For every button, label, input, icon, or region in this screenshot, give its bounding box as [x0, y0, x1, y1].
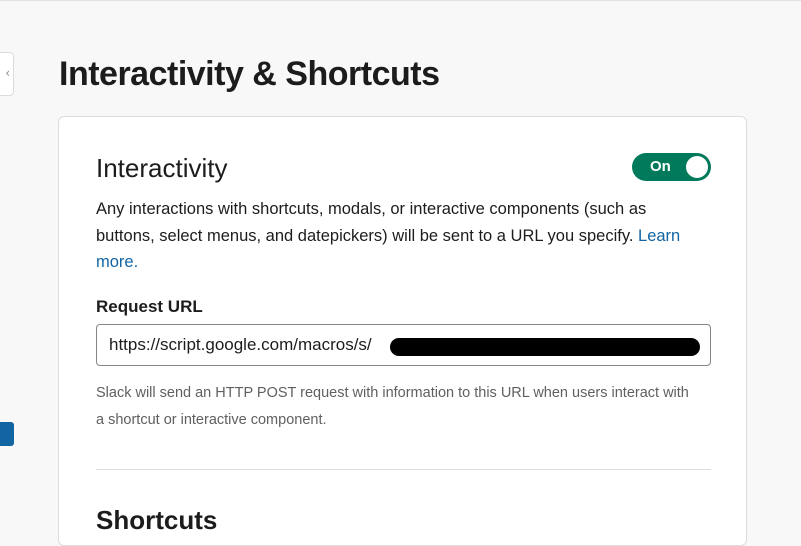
- section-title-shortcuts: Shortcuts: [96, 505, 218, 535]
- sidebar-action-button[interactable]: [0, 422, 14, 446]
- request-url-help-text: Slack will send an HTTP POST request wit…: [96, 385, 689, 428]
- interactivity-toggle[interactable]: On: [632, 153, 711, 181]
- sidebar-collapse-button[interactable]: ‹: [0, 52, 14, 96]
- section-title-interactivity: Interactivity: [96, 153, 228, 183]
- toggle-knob: [686, 156, 708, 178]
- top-divider: [0, 0, 801, 1]
- request-url-field[interactable]: [96, 324, 711, 366]
- interactivity-card: Interactivity On Any interactions with s…: [58, 116, 747, 546]
- description-text: Any interactions with shortcuts, modals,…: [96, 200, 647, 245]
- chevron-left-icon: ‹: [5, 66, 10, 80]
- section-divider: [96, 469, 711, 470]
- toggle-label: On: [650, 158, 671, 175]
- request-url-label: Request URL: [96, 297, 203, 316]
- page-title: Interactivity & Shortcuts: [59, 55, 440, 93]
- redaction-mark: [390, 338, 700, 356]
- interactivity-description: Any interactions with shortcuts, modals,…: [96, 196, 706, 276]
